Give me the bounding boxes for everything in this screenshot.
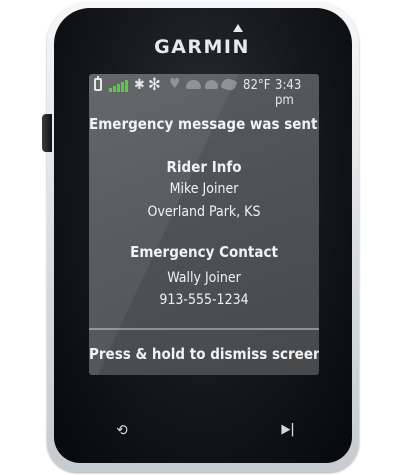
emergency-contact-heading: Emergency Contact xyxy=(130,243,278,261)
footer-divider xyxy=(89,328,319,330)
battery-icon xyxy=(94,76,102,91)
helmet-icon xyxy=(186,80,201,89)
ant-plus-icon: ✻ xyxy=(148,75,161,95)
rider-name: Mike Joiner xyxy=(169,181,239,197)
logo-triangle-icon xyxy=(233,24,243,32)
cellular-signal-icon xyxy=(109,79,129,92)
power-side-button[interactable] xyxy=(42,114,52,152)
brand-logo: GARMIN xyxy=(154,36,250,58)
heart-rate-icon: ♥ xyxy=(169,76,181,92)
lap-button-icon[interactable]: ⟲ xyxy=(110,421,134,439)
start-stop-button-icon[interactable]: ▶| xyxy=(276,421,300,439)
emergency-headline: Emergency message was sent. xyxy=(89,115,319,133)
bluetooth-icon: ✱ xyxy=(134,77,145,93)
dismiss-instruction[interactable]: Press & hold to dismiss screen. xyxy=(89,345,319,363)
clock-readout: 3:43 pm xyxy=(275,78,302,108)
temperature-readout: 82°F xyxy=(243,78,271,93)
shoe-icon xyxy=(220,76,238,93)
contact-phone: 913-555-1234 xyxy=(159,292,249,308)
device-screen: ✱ ✻ ♥ 82°F 3:43 pm Emergency message was… xyxy=(89,74,319,375)
status-bar: ✱ ✻ ♥ 82°F 3:43 pm xyxy=(89,74,319,108)
contact-name: Wally Joiner xyxy=(167,270,241,286)
rider-location: Overland Park, KS xyxy=(147,204,261,220)
helmet-icon xyxy=(205,80,218,89)
rider-info-heading: Rider Info xyxy=(166,158,242,176)
